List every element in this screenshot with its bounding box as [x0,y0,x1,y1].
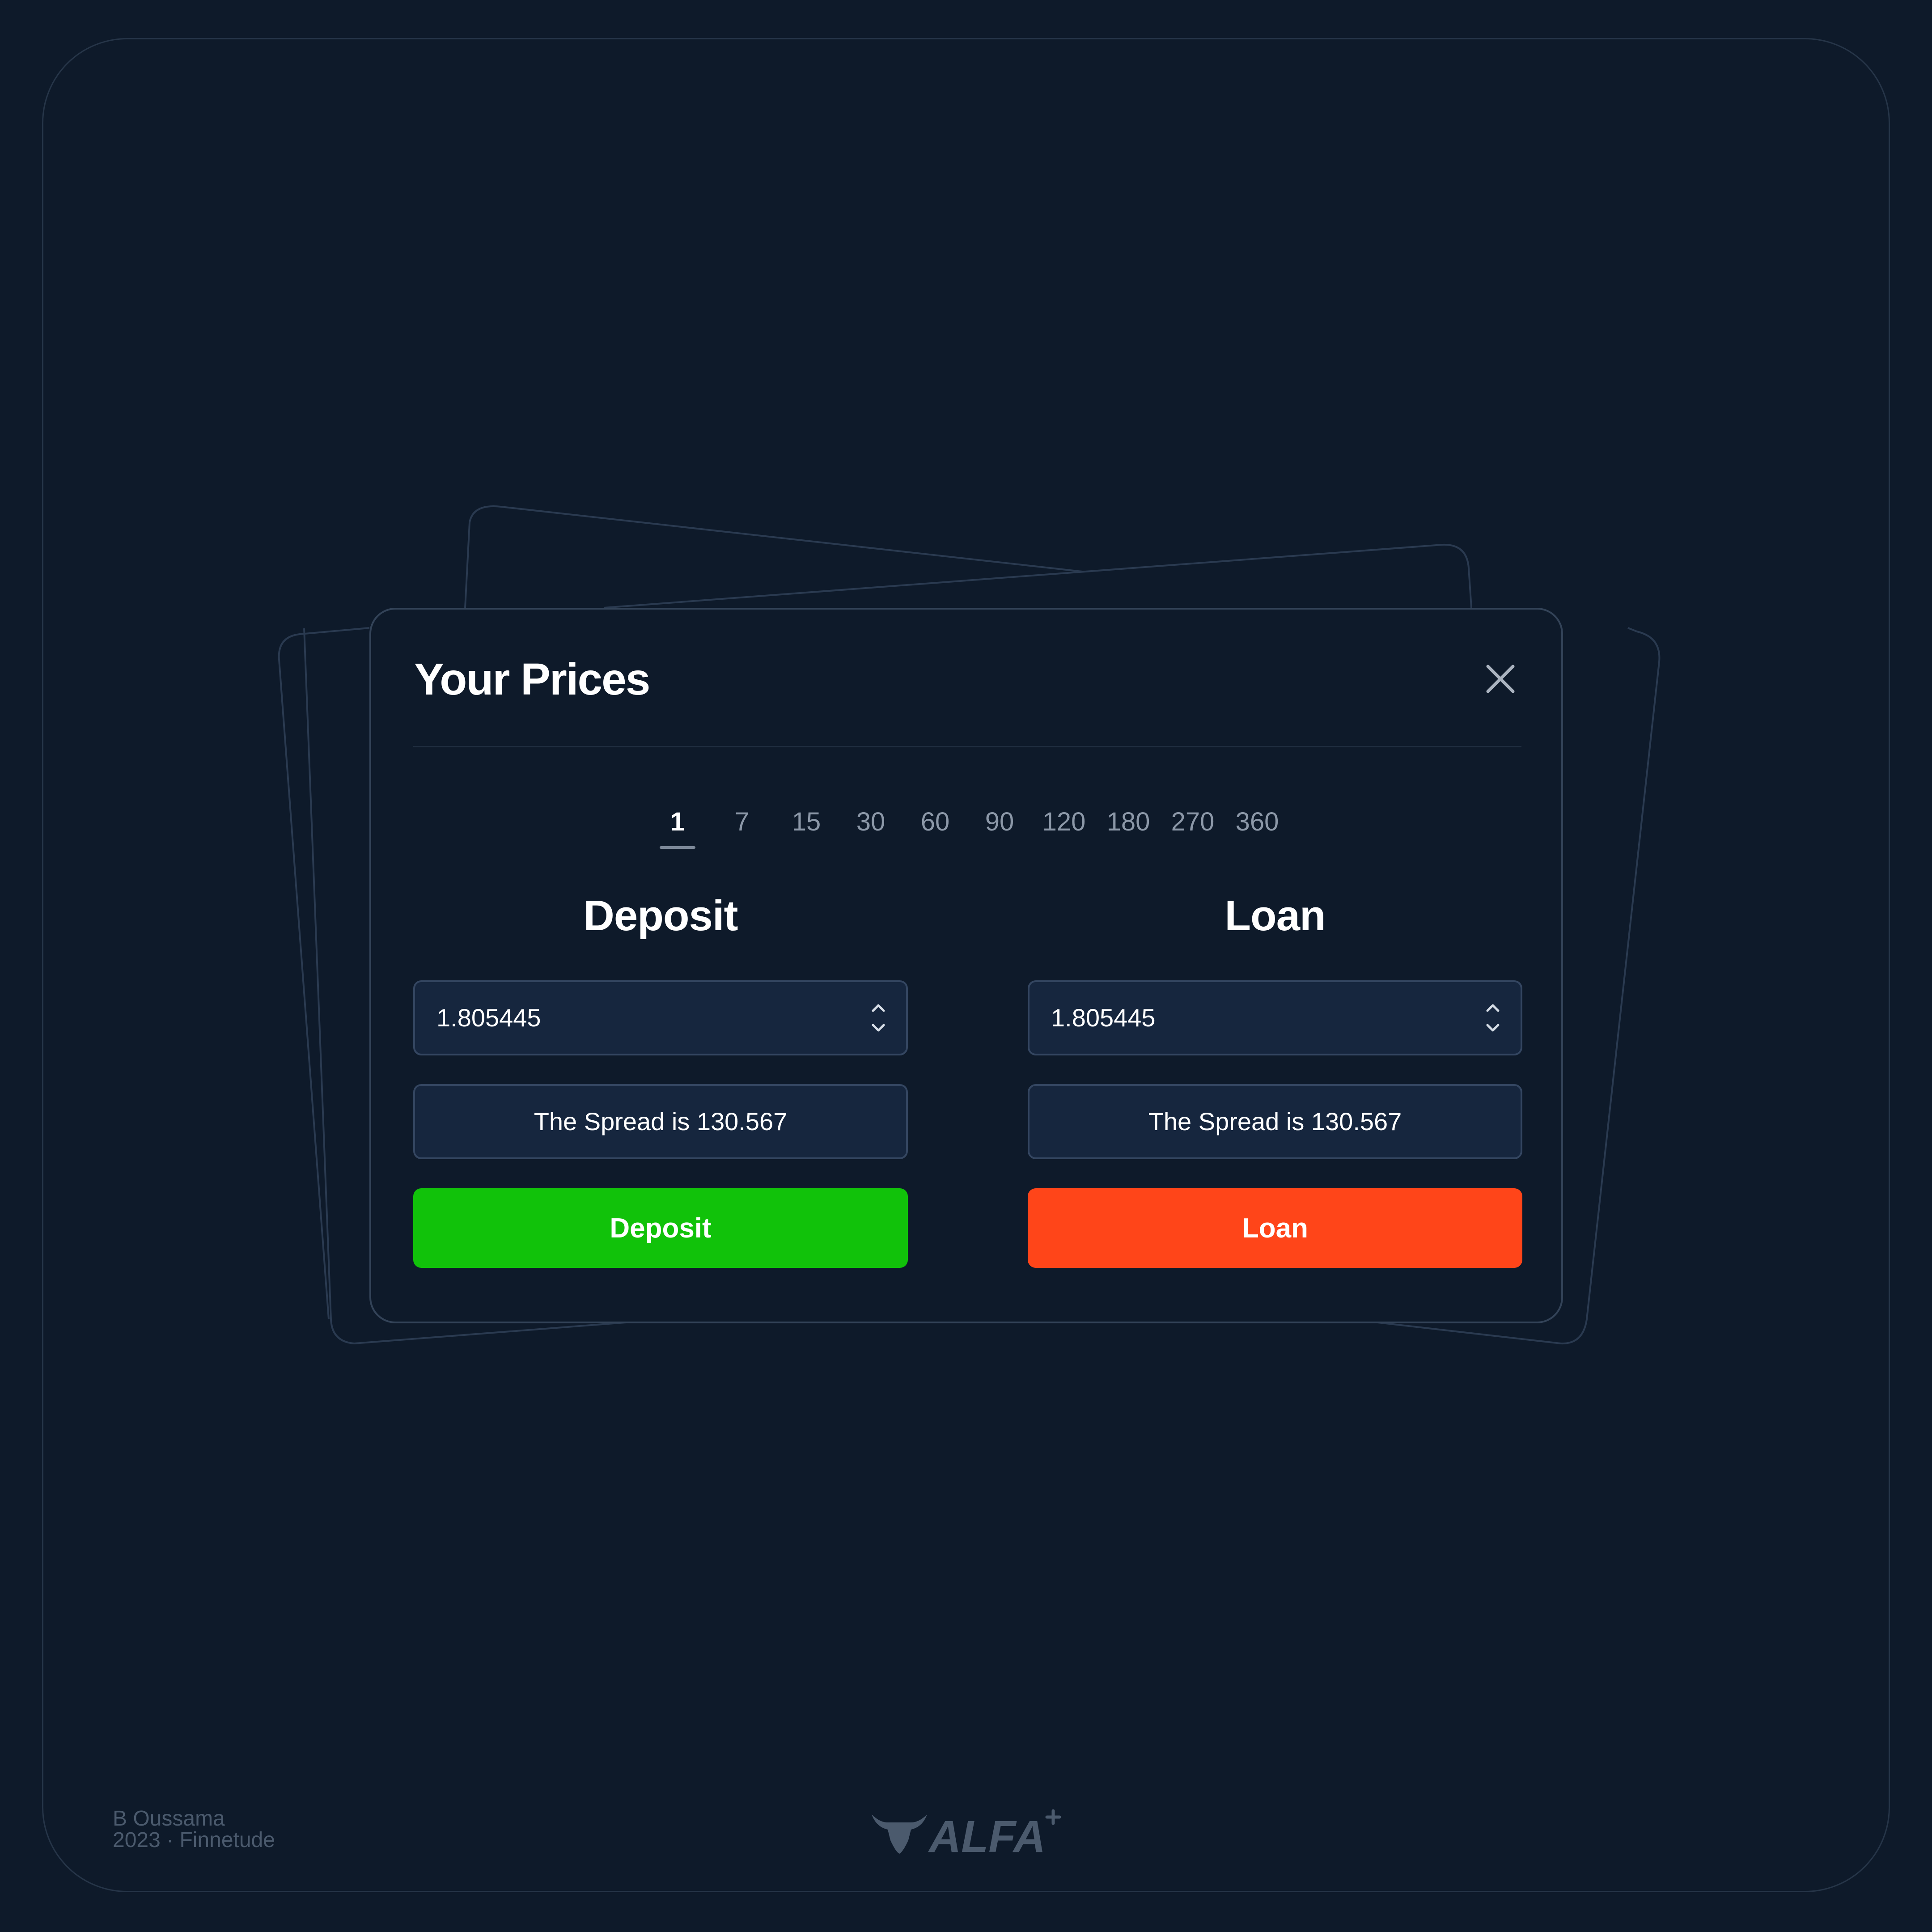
author-credit: B Oussama 2023 · Finnetude [113,1808,275,1851]
tab-period-90[interactable]: 90 [970,800,1029,853]
tab-period-180[interactable]: 180 [1099,800,1157,853]
tab-label: 7 [734,807,750,836]
loan-button[interactable]: Loan [1028,1188,1522,1268]
modal-title: Your Prices [414,654,650,704]
deposit-rate-stepper[interactable]: 1.805445 [413,980,908,1055]
tab-label: 90 [985,807,1014,836]
stepper-arrows-icon[interactable] [869,1001,887,1035]
loan-rate-stepper[interactable]: 1.805445 [1028,980,1522,1055]
stepper-arrows-icon[interactable] [1484,1001,1502,1035]
deposit-heading: Deposit [583,892,738,940]
tab-label: 30 [856,807,886,836]
loan-heading: Loan [1224,892,1326,940]
tab-label: 360 [1235,807,1279,836]
tab-label: 180 [1106,807,1150,836]
back-card-top-a [464,505,1083,608]
canvas: Your Prices 1 7 15 30 60 90 120 180 270 … [0,0,1932,1932]
your-prices-modal: Your Prices 1 7 15 30 60 90 120 180 270 … [369,608,1563,1323]
close-icon [1486,665,1515,693]
loan-spread-display: The Spread is 130.567 [1028,1084,1522,1159]
tab-label: 60 [920,807,950,836]
deposit-spread-display: The Spread is 130.567 [413,1084,908,1159]
header-divider [413,746,1521,747]
deposit-button[interactable]: Deposit [413,1188,908,1268]
tab-period-30[interactable]: 30 [842,800,900,853]
tab-period-120[interactable]: 120 [1035,800,1093,853]
period-tabs: 1 7 15 30 60 90 120 180 270 360 [371,800,1565,853]
bull-icon [872,1814,927,1854]
back-card-top-b [603,543,1472,609]
deposit-rate-value: 1.805445 [436,1004,541,1032]
tab-period-360[interactable]: 360 [1228,800,1286,853]
tab-label: 270 [1171,807,1215,836]
tab-period-15[interactable]: 15 [777,800,835,853]
active-tab-underline [660,846,695,849]
logo-wordmark: ALFA [928,1812,1046,1858]
tab-period-1[interactable]: 1 [648,800,707,853]
loan-rate-value: 1.805445 [1051,1004,1156,1032]
year-and-studio: 2023 · Finnetude [113,1828,275,1852]
plus-icon [1045,1809,1061,1825]
alfa-logo: ALFA [872,1809,1061,1858]
close-button[interactable] [1480,659,1521,699]
tab-period-60[interactable]: 60 [906,800,964,853]
author-name: B Oussama [113,1807,225,1830]
tab-label: 1 [670,807,685,836]
tab-label: 120 [1042,807,1086,836]
tab-period-7[interactable]: 7 [713,800,771,853]
tab-period-270[interactable]: 270 [1164,800,1222,853]
tab-label: 15 [792,807,821,836]
